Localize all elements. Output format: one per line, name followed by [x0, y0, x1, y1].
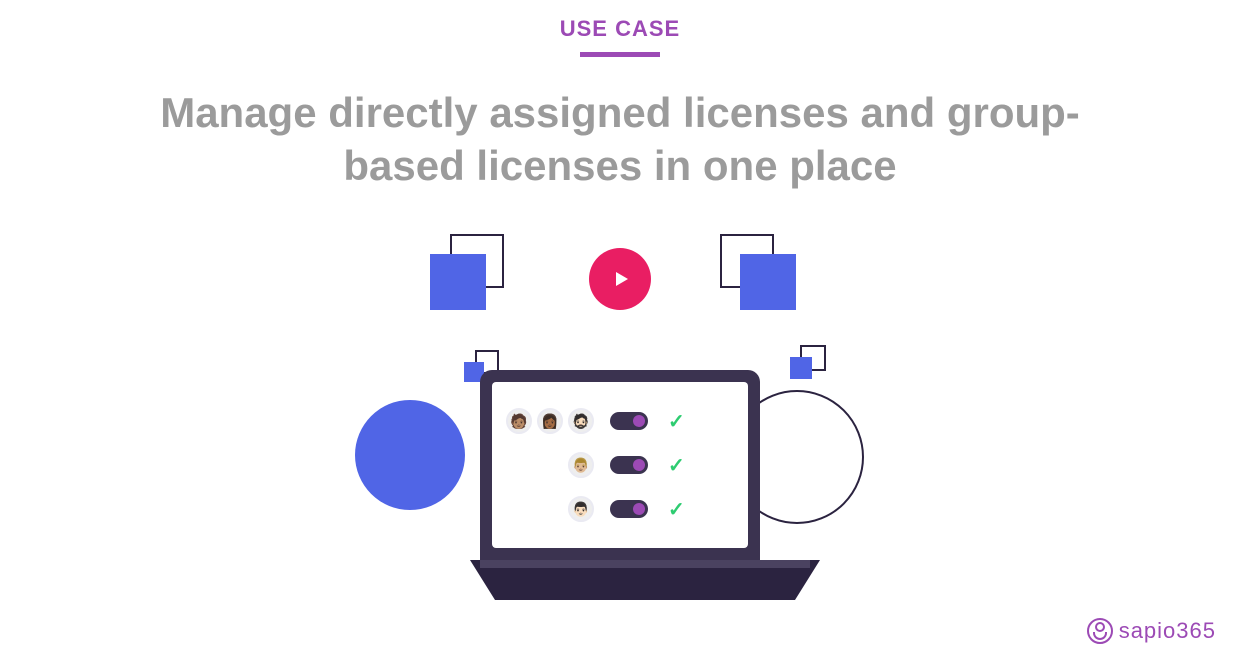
- list-item: 👨🏼 ✓: [506, 452, 734, 478]
- laptop-lid: 🧑🏽 👩🏾 🧔🏻 ✓ 👨🏼 ✓: [480, 370, 760, 560]
- laptop-base: [470, 560, 820, 600]
- check-icon: ✓: [668, 497, 685, 522]
- check-icon: ✓: [668, 453, 685, 478]
- page-headline: Manage directly assigned licenses and gr…: [120, 87, 1120, 192]
- brand-logo: sapio365: [1087, 618, 1216, 644]
- avatar: 👨🏻: [568, 496, 594, 522]
- play-icon: [608, 267, 632, 291]
- toggle-switch: [610, 456, 648, 474]
- decor-small-square-fill: [790, 357, 812, 379]
- eyebrow-label: USE CASE: [0, 0, 1240, 42]
- decor-square-fill-left: [430, 254, 486, 310]
- play-button[interactable]: [589, 248, 651, 310]
- avatar: 👨🏼: [568, 452, 594, 478]
- laptop-screen: 🧑🏽 👩🏾 🧔🏻 ✓ 👨🏼 ✓: [492, 382, 748, 548]
- check-icon: ✓: [668, 409, 685, 434]
- toggle-switch: [610, 500, 648, 518]
- list-item: 🧑🏽 👩🏾 🧔🏻 ✓: [506, 408, 734, 434]
- avatar: 👩🏾: [537, 408, 563, 434]
- avatar: 🧑🏽: [506, 408, 532, 434]
- brand-text: sapio365: [1119, 618, 1216, 644]
- toggle-switch: [610, 412, 648, 430]
- laptop-illustration: 🧑🏽 👩🏾 🧔🏻 ✓ 👨🏼 ✓: [470, 370, 770, 600]
- list-item: 👨🏻 ✓: [506, 496, 734, 522]
- decor-circle-fill: [355, 400, 465, 510]
- avatar: 🧔🏻: [568, 408, 594, 434]
- decor-square-fill-right: [740, 254, 796, 310]
- eyebrow-underline: [580, 52, 660, 57]
- hero-illustration: 🧑🏽 👩🏾 🧔🏻 ✓ 👨🏼 ✓: [360, 230, 880, 630]
- brand-icon: [1087, 618, 1113, 644]
